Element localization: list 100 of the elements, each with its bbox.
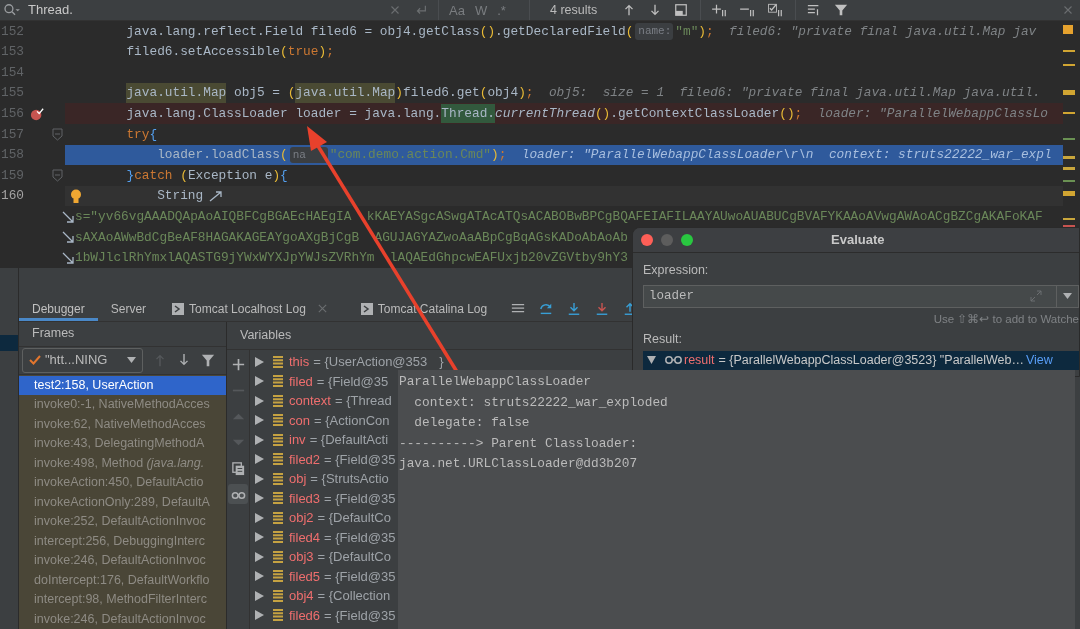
search-field[interactable]: Thread. [28,0,388,20]
code-line: sAXAoAWwBdCgBeAF8HAGAKAGEAYgoAXgBjCgB [75,228,360,247]
add-occurrence-icon[interactable] [711,3,729,17]
variable-value: = {Collection [317,587,391,605]
glasses-icon [665,355,682,366]
select-all-icon[interactable] [767,3,785,17]
variable-name: obj [289,470,307,488]
code-line: lAQAEdGhpcwEAFUxjb20vZGVtby9hY3 [389,249,628,268]
frame-item[interactable]: invoke0:-1, NativeMethodAcces [19,395,226,415]
collapse-icon[interactable] [647,356,656,365]
expand-icon[interactable] [255,590,264,601]
frame-item[interactable]: invoke:252, DefaultActionInvoc [19,512,226,532]
frame-item[interactable]: intercept:98, MethodFilterInterc [19,590,226,610]
search-option-toggle[interactable]: W [474,3,488,17]
frame-item[interactable]: test2:158, UserAction [19,375,226,395]
expand-icon[interactable] [255,356,264,367]
variable-value: } [439,353,444,371]
variable-value: = {Field@35 [324,450,396,469]
breakpoint-icon[interactable] [30,106,44,121]
frame-item[interactable]: intercept:256, DebuggingInterc [19,531,226,551]
variable-row[interactable]: obj4 = {Collection [250,586,444,606]
search-icon[interactable] [2,3,22,17]
variable-name: obj3 [289,548,314,566]
frame-item[interactable]: invoke:62, NativeMethodAcces [19,414,226,434]
field-icon [273,375,283,388]
variable-value: = {Field@35 [324,528,396,547]
expand-icon[interactable] [255,551,264,562]
variable-row[interactable]: obj2 = {DefaultCo [250,508,444,528]
zoom-window-button[interactable] [681,234,693,246]
expand-icon[interactable] [255,610,264,621]
wrap-icon [62,231,74,244]
line-number: 157 [0,125,24,144]
expand-icon[interactable] [255,376,264,387]
frame-item[interactable]: invoke:43, DelegatingMethodA [19,434,226,454]
expand-icon[interactable] [255,512,264,523]
field-label: Result: [643,331,683,348]
result-row[interactable]: result = {ParallelWebappClassLoader@3523} "ParallelWeb… View [643,350,1079,370]
variable-value: = {Thread [334,392,392,410]
field-icon [273,550,283,563]
variable-row[interactable]: obj3 = {DefaultCo [250,547,444,567]
expand-icon[interactable] [255,532,264,543]
variable-row[interactable]: this = {UserAction@353 } [250,352,444,372]
variable-row[interactable]: filed6 = {Field@35 [250,605,444,625]
line-number: 155 [0,84,24,103]
expand-icon[interactable] [255,454,264,465]
frame-item[interactable]: invokeActionOnly:289, DefaultA [19,492,226,512]
search-option-toggle[interactable]: Aa [449,3,465,17]
variable-value: = {DefaultActi [309,431,389,449]
expand-icon[interactable] [255,571,264,582]
variable-name: filed [289,372,313,391]
view-link[interactable]: View [1025,350,1053,370]
line-number: 160 [0,187,24,206]
down-arrow-icon[interactable] [177,353,191,367]
expand-icon[interactable] [255,473,264,484]
caret-icon [1063,293,1072,300]
caret-icon [127,357,136,363]
field-icon [273,414,283,427]
variable-row[interactable]: filed4 = {Field@35 [250,527,444,547]
variable-value: = {Field@35 [324,606,396,625]
filter-icon[interactable] [201,353,215,367]
expression-field[interactable]: loader [643,284,1079,308]
variable-row[interactable]: filed3 = {Field@35 [250,488,444,508]
frame-item[interactable]: invoke:246, DefaultActionInvoc [19,609,226,629]
frame-item[interactable]: invoke:498, Method (java.lang. [19,453,226,473]
frame-item[interactable]: invokeAction:450, DefaultActio [19,473,226,493]
field-icon [273,472,283,485]
search-option-toggle[interactable]: .* [497,3,506,17]
code-line: s="yv66vgAAADQApAoAIQBFCgBGAEcHAEgIA [75,208,352,227]
code-line: }catch (Exception e){ [125,166,289,185]
add-icon[interactable] [230,356,246,372]
debugger-tab[interactable]: Tomcat Localhost Log [159,296,341,321]
thread-dropdown[interactable]: "htt...NING [22,347,143,373]
expand-icon[interactable] [255,434,264,445]
close-window-button[interactable] [641,234,653,246]
debugger-tab[interactable]: Debugger [19,296,98,321]
variable-name: obj4 [289,587,314,605]
field-icon [273,570,283,583]
frame-item[interactable]: doIntercept:176, DefaultWorkflo [19,570,226,590]
variable-name: obj2 [289,509,314,527]
square-icon[interactable] [674,3,688,17]
filter-icon[interactable] [834,3,848,17]
expand-icon[interactable] [255,415,264,426]
result-count: 4 results [550,1,599,19]
variable-row[interactable]: filed5 = {Field@35 [250,566,444,586]
expand-icon[interactable] [255,493,264,504]
down-arrow-icon[interactable] [648,3,662,17]
debugger-tab[interactable]: Tomcat Catalina Log [340,296,501,321]
variable-name: inv [289,431,306,449]
variable-name: filed4 [289,528,321,547]
variable-name: result [684,351,715,369]
frame-item[interactable]: invoke:246, DefaultActionInvoc [19,551,226,571]
up-arrow-icon[interactable] [622,3,636,17]
debugger-tab[interactable]: Server [97,296,160,321]
lightbulb-icon[interactable] [70,188,82,204]
copy-icon[interactable] [230,460,246,476]
variable-value: = {Field@35 [324,489,396,508]
expand-icon[interactable] [255,395,264,406]
line-number: 159 [0,166,24,185]
console-icon [360,302,373,315]
field-icon [273,511,283,524]
